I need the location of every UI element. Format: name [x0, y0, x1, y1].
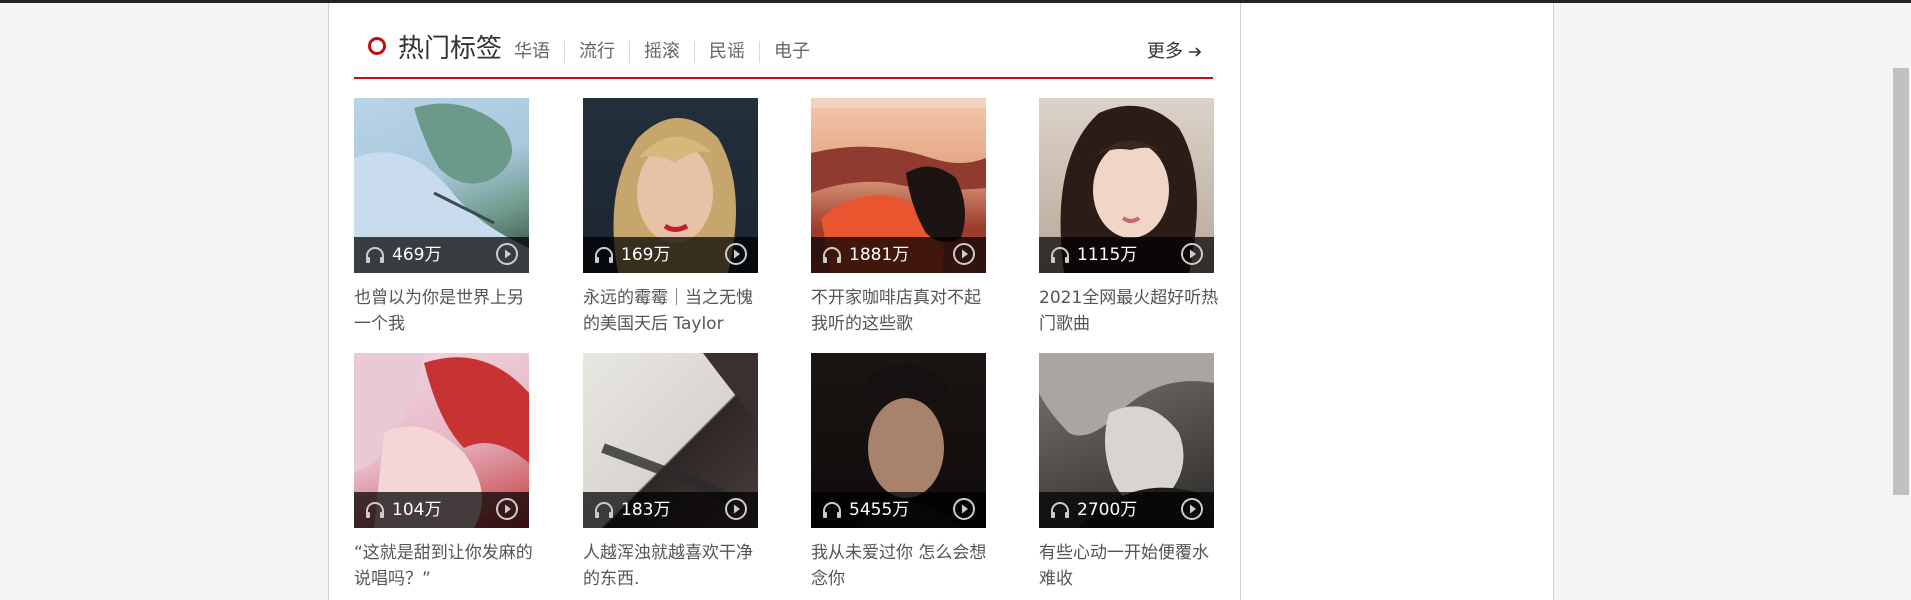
playlist-title[interactable]: 不开家咖啡店真对不起我听的这些歌: [811, 285, 991, 337]
headphones-icon: [823, 247, 841, 263]
playlist-cover[interactable]: 1115万: [1039, 98, 1214, 273]
tag-huayu[interactable]: 华语: [514, 40, 564, 64]
play-icon[interactable]: [1180, 497, 1204, 521]
column-divider: [1240, 3, 1241, 600]
play-count: 2700万: [1077, 500, 1138, 520]
tag-dianzi[interactable]: 电子: [760, 40, 824, 64]
play-count: 1115万: [1077, 245, 1138, 265]
play-icon[interactable]: [952, 242, 976, 266]
playlist-cover[interactable]: 5455万: [811, 353, 986, 528]
hot-tags-section: 热门标签 华语 流行 摇滚 民谣 电子 更多 469万 也曾以为你是世界上另一个…: [354, 3, 1218, 589]
playlist-cover[interactable]: 104万: [354, 353, 529, 528]
more-link[interactable]: 更多: [1147, 40, 1203, 64]
play-icon[interactable]: [724, 497, 748, 521]
play-count: 469万: [392, 245, 442, 265]
page-shell: 热门标签 华语 流行 摇滚 民谣 电子 更多 469万 也曾以为你是世界上另一个…: [328, 3, 1554, 600]
playlist-title[interactable]: 也曾以为你是世界上另一个我: [354, 285, 534, 337]
playlist-title[interactable]: 2021全网最火超好听热门歌曲: [1039, 285, 1219, 337]
headphones-icon: [823, 502, 841, 518]
playlist-card[interactable]: 2700万 有些心动一开始便覆水难收: [1039, 353, 1214, 592]
playlist-title[interactable]: 有些心动一开始便覆水难收: [1039, 540, 1219, 592]
playlist-cover[interactable]: 469万: [354, 98, 529, 273]
headphones-icon: [366, 247, 384, 263]
headphones-icon: [1051, 502, 1069, 518]
vertical-scrollbar-thumb[interactable]: [1893, 68, 1909, 495]
headphones-icon: [595, 502, 613, 518]
headphones-icon: [1051, 247, 1069, 263]
playlist-cover[interactable]: 169万: [583, 98, 758, 273]
more-label: 更多: [1147, 41, 1183, 62]
play-count: 169万: [621, 245, 671, 265]
play-count: 183万: [621, 500, 671, 520]
play-count: 5455万: [849, 500, 910, 520]
headphones-icon: [366, 502, 384, 518]
playlist-card[interactable]: 1115万 2021全网最火超好听热门歌曲: [1039, 98, 1218, 337]
playlist-card[interactable]: 1881万 不开家咖啡店真对不起我听的这些歌: [811, 98, 986, 337]
playlist-card[interactable]: 169万 永远的霉霉｜当之无愧的美国天后 Taylor: [583, 98, 758, 337]
play-icon[interactable]: [724, 242, 748, 266]
playlist-title[interactable]: “这就是甜到让你发麻的说唱吗？”: [354, 540, 534, 592]
play-icon[interactable]: [495, 497, 519, 521]
arrow-right-icon: [1189, 47, 1202, 57]
tag-list: 华语 流行 摇滚 民谣 电子: [514, 40, 824, 64]
play-icon[interactable]: [952, 497, 976, 521]
headphones-icon: [595, 247, 613, 263]
playlist-title[interactable]: 人越浑浊就越喜欢干净的东西.: [583, 540, 763, 592]
tag-minyao[interactable]: 民谣: [695, 40, 759, 64]
section-title[interactable]: 热门标签: [398, 32, 502, 66]
tag-yaogun[interactable]: 摇滚: [630, 40, 694, 64]
playlist-card[interactable]: 183万 人越浑浊就越喜欢干净的东西.: [583, 353, 758, 592]
play-count: 104万: [392, 500, 442, 520]
playlist-cover[interactable]: 183万: [583, 353, 758, 528]
play-icon[interactable]: [495, 242, 519, 266]
playlist-cover[interactable]: 1881万: [811, 98, 986, 273]
play-count: 1881万: [849, 245, 910, 265]
section-header: 热门标签 华语 流行 摇滚 民谣 电子 更多: [354, 3, 1213, 79]
playlist-cover[interactable]: 2700万: [1039, 353, 1214, 528]
playlist-title[interactable]: 永远的霉霉｜当之无愧的美国天后 Taylor: [583, 285, 763, 337]
playlist-card[interactable]: 469万 也曾以为你是世界上另一个我: [354, 98, 529, 337]
playlist-card[interactable]: 5455万 我从未爱过你 怎么会想念你: [811, 353, 986, 592]
circle-icon: [368, 37, 386, 55]
play-icon[interactable]: [1180, 242, 1204, 266]
tag-liuxing[interactable]: 流行: [565, 40, 629, 64]
playlist-title[interactable]: 我从未爱过你 怎么会想念你: [811, 540, 991, 592]
playlist-card[interactable]: 104万 “这就是甜到让你发麻的说唱吗？”: [354, 353, 533, 592]
